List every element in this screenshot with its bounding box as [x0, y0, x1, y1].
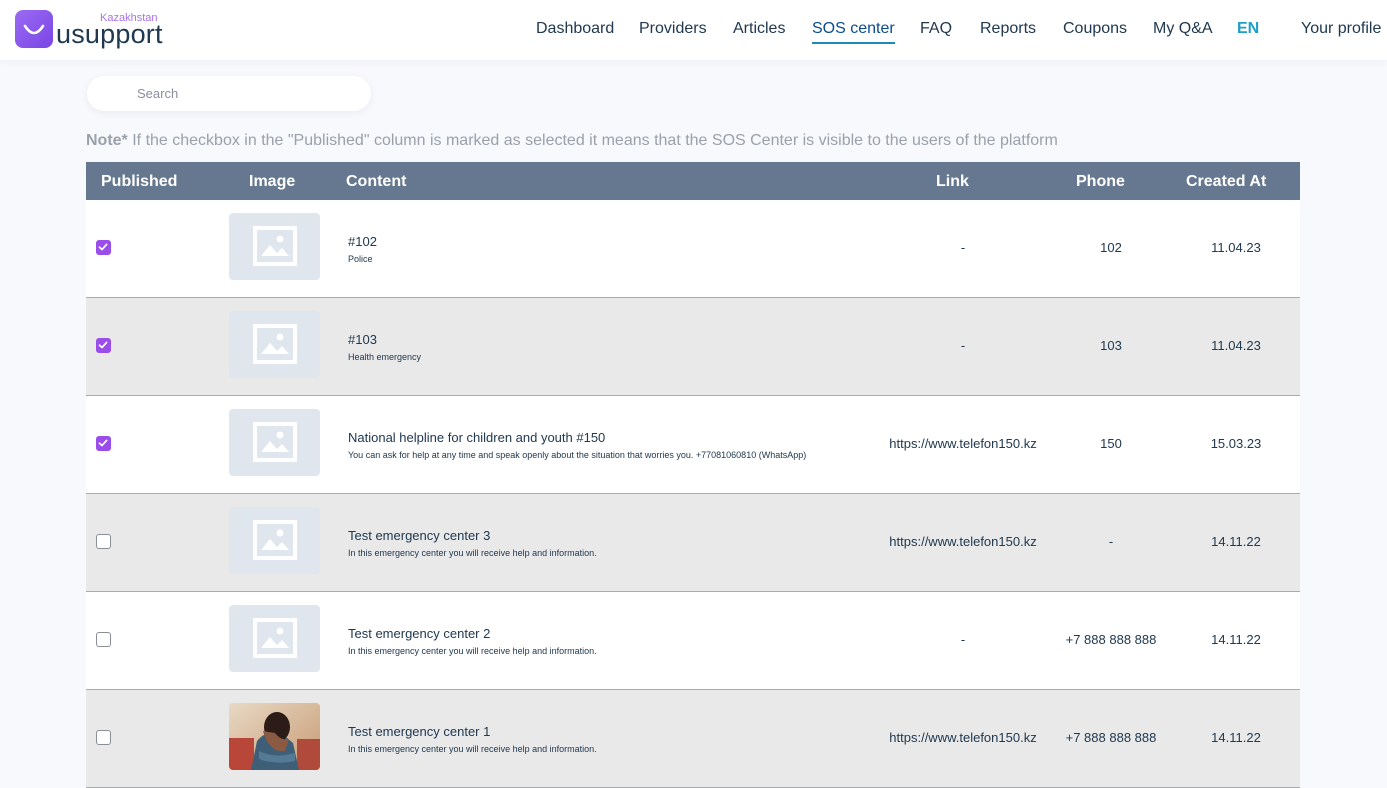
sos-phone: 102	[1100, 240, 1122, 255]
nav-sos-center[interactable]: SOS center	[812, 19, 895, 44]
sos-created-at: 11.04.23	[1211, 240, 1261, 255]
sos-description: In this emergency center you will receiv…	[348, 646, 597, 656]
sos-created-at: 15.03.23	[1210, 436, 1262, 451]
content-cell: National helpline for children and youth…	[348, 430, 868, 462]
published-checkbox[interactable]	[96, 534, 111, 549]
note-label: Note*	[86, 132, 128, 149]
table-row[interactable]: #103 Health emergency - 103 11.04.23	[86, 298, 1300, 396]
sos-description: In this emergency center you will receiv…	[348, 548, 597, 558]
column-header-link[interactable]: Link	[936, 173, 969, 191]
content-cell: Test emergency center 2 In this emergenc…	[348, 626, 868, 658]
table-row[interactable]: Test emergency center 3 In this emergenc…	[86, 494, 1300, 592]
table-header: Published Image Content Link Phone Creat…	[86, 162, 1300, 200]
sos-phone: -	[1108, 534, 1114, 549]
sos-title: Test emergency center 2	[348, 626, 491, 641]
image-placeholder-icon	[229, 213, 320, 280]
usupport-logo-icon[interactable]	[15, 10, 53, 48]
sos-link[interactable]: https://www.telefon150.kz	[863, 730, 1063, 745]
column-header-published[interactable]: Published	[101, 173, 177, 191]
table-row[interactable]: Test emergency center 2 In this emergenc…	[86, 592, 1300, 690]
sos-created-at: 14.11.22	[1211, 534, 1261, 549]
sos-centers-table: Published Image Content Link Phone Creat…	[86, 162, 1300, 788]
sos-phone: +7 888 888 888	[1065, 632, 1157, 647]
sos-title: #103	[348, 332, 377, 347]
note-text: If the checkbox in the "Published" colum…	[127, 132, 1058, 149]
image-placeholder-icon	[229, 507, 320, 574]
sos-link: -	[960, 632, 966, 647]
sos-link: -	[960, 338, 966, 353]
sos-created-at: 11.04.23	[1211, 338, 1261, 353]
search-box	[87, 76, 371, 111]
nav-faq[interactable]: FAQ	[920, 19, 952, 39]
sos-title: #102	[348, 234, 377, 249]
published-checkbox[interactable]	[96, 730, 111, 745]
nav-coupons[interactable]: Coupons	[1063, 19, 1127, 39]
sos-phone: +7 888 888 888	[1065, 730, 1157, 745]
nav-dashboard[interactable]: Dashboard	[536, 19, 614, 39]
language-switcher[interactable]: EN	[1237, 19, 1259, 39]
nav-providers[interactable]: Providers	[639, 19, 707, 39]
sos-link[interactable]: https://www.telefon150.kz	[863, 436, 1063, 451]
sos-phone: 150	[1100, 436, 1122, 451]
image-placeholder-icon	[229, 605, 320, 672]
table-row[interactable]: National helpline for children and youth…	[86, 396, 1300, 494]
nav-reports[interactable]: Reports	[980, 19, 1036, 39]
sos-description: In this emergency center you will receiv…	[348, 744, 597, 754]
column-header-created-at[interactable]: Created At	[1186, 173, 1266, 191]
search-input[interactable]	[87, 76, 371, 111]
content-cell: Test emergency center 3 In this emergenc…	[348, 528, 868, 560]
sos-title: Test emergency center 1	[348, 724, 491, 739]
published-note: Note* If the checkbox in the "Published"…	[86, 132, 1058, 150]
content-cell: Test emergency center 1 In this emergenc…	[348, 724, 868, 756]
nav-your-profile[interactable]: Your profile	[1301, 19, 1381, 39]
sos-title: Test emergency center 3	[348, 528, 491, 543]
nav-my-qa[interactable]: My Q&A	[1153, 19, 1213, 39]
published-checkbox[interactable]	[96, 240, 111, 255]
sos-created-at: 14.11.22	[1211, 730, 1261, 745]
nav-articles[interactable]: Articles	[733, 19, 785, 39]
content-cell: #102 Police	[348, 234, 868, 266]
logo-text[interactable]: usupport	[56, 18, 163, 50]
published-checkbox[interactable]	[96, 436, 111, 451]
sos-phone: 103	[1100, 338, 1122, 353]
sos-description: You can ask for help at any time and spe…	[348, 450, 807, 460]
sos-link[interactable]: https://www.telefon150.kz	[863, 534, 1063, 549]
sos-description: Police	[348, 254, 373, 264]
published-checkbox[interactable]	[96, 338, 111, 353]
column-header-phone[interactable]: Phone	[1076, 173, 1125, 191]
top-navbar: Kazakhstan usupport Dashboard Providers …	[0, 0, 1387, 60]
table-row[interactable]: #102 Police - 102 11.04.23	[86, 200, 1300, 298]
sos-link: -	[960, 240, 966, 255]
sos-created-at: 14.11.22	[1211, 632, 1261, 647]
sos-description: Health emergency	[348, 352, 422, 362]
sos-photo	[229, 703, 320, 770]
content-cell: #103 Health emergency	[348, 332, 868, 364]
column-header-image[interactable]: Image	[249, 173, 295, 191]
column-header-content[interactable]: Content	[346, 173, 406, 191]
sos-title: National helpline for children and youth…	[348, 430, 606, 445]
image-placeholder-icon	[229, 409, 320, 476]
table-row[interactable]: Test emergency center 1 In this emergenc…	[86, 690, 1300, 788]
image-placeholder-icon	[229, 311, 320, 378]
published-checkbox[interactable]	[96, 632, 111, 647]
